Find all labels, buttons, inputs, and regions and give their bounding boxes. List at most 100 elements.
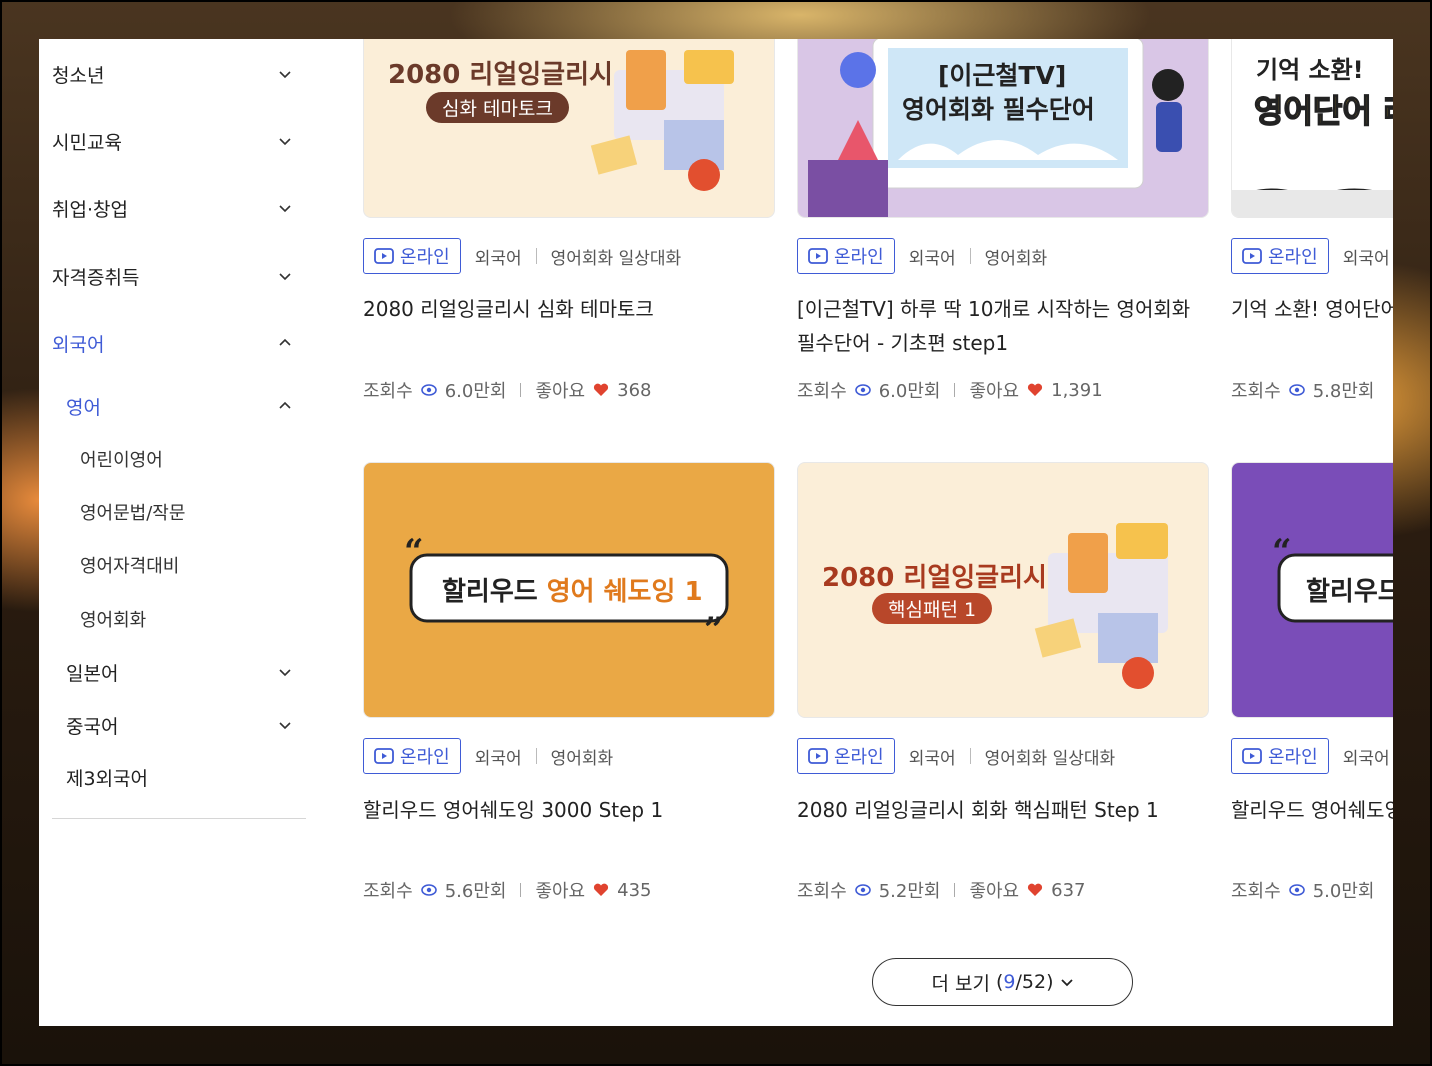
tag-separator bbox=[535, 248, 537, 264]
category-tag: 외국어 bbox=[1342, 748, 1390, 769]
course-thumbnail[interactable]: 2080 리얼잉글리시 심화 테마토크 bbox=[363, 39, 775, 218]
sidebar-item-english-conversation[interactable]: 영어회화 bbox=[80, 599, 280, 639]
thumbnail-title: 할리우드 bbox=[1306, 577, 1393, 607]
svg-text:“: “ bbox=[1272, 532, 1292, 572]
category-tag: 외국어 bbox=[474, 248, 522, 269]
sidebar-item-label: 중국어 bbox=[66, 715, 119, 738]
tag-separator bbox=[535, 748, 537, 764]
views-label: 조회수 bbox=[797, 381, 847, 402]
sidebar-item-chinese[interactable]: 중국어 bbox=[66, 705, 292, 745]
video-play-icon bbox=[374, 748, 394, 764]
course-thumbnail[interactable]: 2080 리얼잉글리시 핵심패턴 1 bbox=[797, 462, 1209, 718]
chevron-down-icon bbox=[279, 273, 291, 281]
likes-count: 368 bbox=[617, 379, 652, 401]
course-title[interactable]: 2080 리얼잉글리시 회화 핵심패턴 Step 1 bbox=[797, 793, 1209, 827]
paren-close: ) bbox=[1046, 971, 1054, 993]
course-title[interactable]: 2080 리얼잉글리시 심화 테마토크 bbox=[363, 292, 775, 326]
paren-open: ( bbox=[996, 971, 1004, 993]
sidebar-item-label: 취업·창업 bbox=[52, 198, 128, 221]
category-tag: 영어회화 bbox=[984, 248, 1048, 269]
course-title[interactable]: [이근철TV] 하루 딱 10개로 시작하는 영어회화 필수단어 - 기초편 s… bbox=[797, 292, 1209, 360]
sidebar-item-japanese[interactable]: 일본어 bbox=[66, 652, 292, 692]
heart-icon bbox=[594, 383, 609, 396]
sidebar-item-certificate[interactable]: 자격증취득 bbox=[52, 256, 292, 296]
chevron-down-icon bbox=[279, 71, 291, 79]
meta-separator bbox=[954, 383, 956, 397]
video-play-icon bbox=[808, 748, 828, 764]
views-count: 5.0만회 bbox=[1312, 881, 1375, 902]
views-label: 조회수 bbox=[797, 881, 847, 902]
online-badge: 온라인 bbox=[363, 738, 461, 774]
course-thumbnail[interactable]: “ 할리우드 bbox=[1231, 462, 1393, 718]
sidebar-item-english[interactable]: 영어 bbox=[66, 386, 292, 426]
course-thumbnail[interactable]: [이근철TV] 영어회화 필수단어 bbox=[797, 39, 1209, 218]
badge-label: 온라인 bbox=[400, 747, 450, 768]
views-count: 5.6만회 bbox=[444, 881, 507, 902]
category-tag: 영어회화 일상대화 bbox=[984, 748, 1116, 769]
category-tag: 외국어 bbox=[1342, 248, 1390, 269]
sidebar-item-youth[interactable]: 청소년 bbox=[52, 54, 292, 94]
sidebar-item-english-cert[interactable]: 영어자격대비 bbox=[80, 545, 280, 585]
load-more-button[interactable]: 더 보기 (9/52) bbox=[872, 958, 1133, 1006]
course-thumbnail[interactable]: “ ” 할리우드 영어 쉐도잉 1 bbox=[363, 462, 775, 718]
sidebar-item-career[interactable]: 취업·창업 bbox=[52, 188, 292, 228]
views-count: 5.2만회 bbox=[878, 881, 941, 902]
course-title[interactable]: 기억 소환! 영어단어 bbox=[1231, 292, 1393, 326]
chevron-down-icon bbox=[1060, 979, 1073, 987]
sidebar-item-english-grammar[interactable]: 영어문법/작문 bbox=[80, 492, 280, 532]
views-label: 조회수 bbox=[1231, 881, 1281, 902]
thumbnail-title: 2080 리얼잉글리시 bbox=[388, 60, 613, 90]
thumbnail-subtitle: 영어회화 필수단어 bbox=[902, 95, 1095, 124]
likes-label: 좋아요 bbox=[969, 381, 1020, 402]
chevron-down-icon bbox=[279, 722, 291, 730]
sidebar-item-label: 청소년 bbox=[52, 64, 105, 87]
category-tag: 영어회화 bbox=[550, 748, 614, 769]
thumbnail-subtitle: 심화 테마토크 bbox=[426, 92, 569, 123]
category-tag: 외국어 bbox=[474, 748, 522, 769]
chevron-down-icon bbox=[279, 669, 291, 677]
views-count: 5.8만회 bbox=[1312, 381, 1375, 402]
sidebar-item-kids-english[interactable]: 어린이영어 bbox=[80, 439, 280, 479]
sidebar-item-third-language[interactable]: 제3외국어 bbox=[66, 757, 292, 797]
meta-separator bbox=[520, 883, 522, 897]
svg-text:“: “ bbox=[404, 532, 424, 572]
badge-label: 온라인 bbox=[834, 747, 884, 768]
likes-count: 1,391 bbox=[1051, 379, 1103, 401]
badge-label: 온라인 bbox=[1268, 247, 1318, 268]
online-badge: 온라인 bbox=[797, 738, 895, 774]
course-thumbnail[interactable]: 기억 소환! 영어단어 리 bbox=[1231, 39, 1393, 218]
sidebar-item-label: 어린이영어 bbox=[80, 450, 163, 471]
video-play-icon bbox=[1242, 748, 1262, 764]
course-title[interactable]: 할리우드 영어쉐도잉 3000 Step 1 bbox=[363, 793, 775, 827]
sidebar-item-civic[interactable]: 시민교육 bbox=[52, 121, 292, 161]
eye-icon bbox=[1288, 884, 1305, 896]
load-more-total: 52 bbox=[1021, 971, 1047, 993]
video-play-icon bbox=[374, 248, 394, 264]
sidebar-item-label: 영어자격대비 bbox=[80, 556, 180, 577]
views-label: 조회수 bbox=[363, 881, 413, 902]
thumbnail-title-black: 할리우드 bbox=[442, 577, 538, 607]
sidebar-item-label: 시민교육 bbox=[52, 131, 122, 154]
online-badge: 온라인 bbox=[1231, 738, 1329, 774]
sidebar-item-foreign-language[interactable]: 외국어 bbox=[52, 323, 292, 363]
sidebar-item-label: 자격증취득 bbox=[52, 266, 140, 289]
eye-icon bbox=[420, 884, 437, 896]
eye-icon bbox=[854, 884, 871, 896]
video-play-icon bbox=[808, 248, 828, 264]
eye-icon bbox=[854, 384, 871, 396]
video-play-icon bbox=[1242, 248, 1262, 264]
sidebar-item-label: 제3외국어 bbox=[66, 767, 149, 790]
course-title[interactable]: 할리우드 영어쉐도잉 bbox=[1231, 793, 1393, 827]
meta-separator bbox=[520, 383, 522, 397]
sidebar-item-label: 외국어 bbox=[52, 333, 105, 356]
thumbnail-title: 2080 리얼잉글리시 bbox=[822, 563, 1047, 593]
views-label: 조회수 bbox=[363, 381, 413, 402]
sidebar-item-label: 영어문법/작문 bbox=[80, 503, 186, 524]
load-more-current: 9 bbox=[1003, 971, 1016, 993]
tag-separator bbox=[969, 748, 971, 764]
sidebar-item-label: 영어회화 bbox=[80, 610, 147, 631]
likes-label: 좋아요 bbox=[969, 881, 1020, 902]
thumbnail-subtitle: 영어단어 리 bbox=[1253, 91, 1393, 131]
category-tag: 외국어 bbox=[908, 248, 956, 269]
chevron-up-icon bbox=[279, 401, 291, 409]
